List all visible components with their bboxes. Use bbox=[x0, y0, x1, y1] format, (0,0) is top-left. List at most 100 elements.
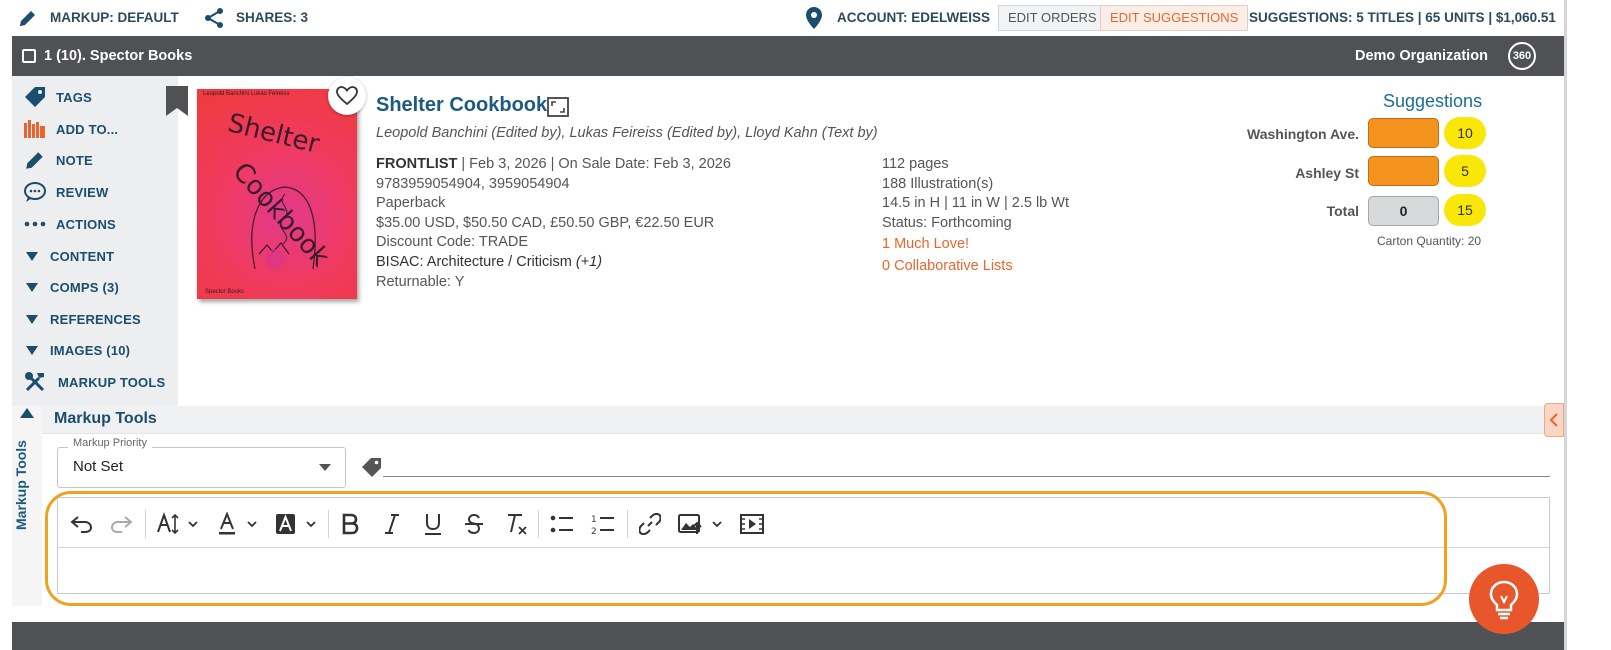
select-checkbox[interactable] bbox=[22, 49, 36, 63]
count-badge-total: 15 bbox=[1444, 194, 1486, 226]
location-pin-icon bbox=[806, 7, 822, 29]
edit-orders-button[interactable]: EDIT ORDERS bbox=[998, 5, 1107, 31]
tag-icon bbox=[361, 457, 383, 477]
sidebar-item-markup-tools[interactable]: MARKUP TOOLS bbox=[22, 370, 165, 394]
collaborative-lists-link[interactable]: 0 Collaborative Lists bbox=[882, 257, 1069, 277]
store-label-total: Total bbox=[1326, 203, 1359, 219]
suggestions-summary: SUGGESTIONS: 5 TITLES | 65 UNITS | $1,06… bbox=[1249, 10, 1556, 25]
sidebar-item-tags[interactable]: TAGS bbox=[22, 85, 92, 109]
book-format: Paperback bbox=[376, 195, 446, 212]
book-prices: $35.00 USD, $50.50 CAD, £50.50 GBP, €22.… bbox=[376, 214, 715, 231]
triangle-down-icon bbox=[26, 314, 38, 324]
quantity-input-ashley[interactable] bbox=[1368, 156, 1439, 186]
favorite-heart-button[interactable] bbox=[328, 77, 366, 115]
discount-code: Discount Code: TRADE bbox=[376, 234, 529, 251]
book-title-link[interactable]: Shelter Cookbook bbox=[376, 94, 547, 117]
carton-quantity: Carton Quantity: 20 bbox=[1377, 234, 1482, 248]
returnable-status: Returnable: Y bbox=[376, 273, 465, 290]
expand-icon[interactable] bbox=[547, 97, 569, 117]
sidebar-item-label: CONTENT bbox=[50, 248, 115, 264]
book-metadata-left: FRONTLIST | Feb 3, 2026 | On Sale Date: … bbox=[376, 155, 731, 292]
isbn-numbers: 9783959054904, 3959054904 bbox=[376, 175, 570, 192]
illustration-count: 188 Illustration(s) bbox=[882, 175, 994, 192]
sidebar-item-content[interactable]: CONTENT bbox=[22, 244, 114, 268]
markup-selector[interactable]: MARKUP: DEFAULT bbox=[50, 10, 179, 25]
pencil-icon bbox=[22, 149, 48, 171]
books-icon bbox=[22, 120, 48, 138]
sidebar-item-label: REVIEW bbox=[56, 184, 109, 200]
360-badge-icon[interactable]: 360 bbox=[1508, 42, 1536, 70]
chevron-down-icon bbox=[319, 464, 331, 471]
tag-input-underline[interactable] bbox=[383, 476, 1550, 477]
sidebar-item-note[interactable]: NOTE bbox=[22, 148, 93, 172]
organization-name: Demo Organization bbox=[1355, 48, 1488, 64]
triangle-down-icon bbox=[26, 282, 38, 292]
release-info: FRONTLIST | Feb 3, 2026 | On Sale Date: … bbox=[376, 155, 731, 175]
sidebar-item-label: COMPS (3) bbox=[50, 279, 119, 295]
markup-tools-heading: Markup Tools bbox=[54, 410, 157, 427]
cover-title-line1: Shelter bbox=[224, 108, 323, 160]
speech-bubble-icon bbox=[22, 181, 48, 203]
lightbulb-icon bbox=[1489, 580, 1519, 620]
triangle-down-icon bbox=[26, 345, 38, 355]
sidebar-item-label: REFERENCES bbox=[50, 311, 141, 327]
list-position-label: 1 (10). Spector Books bbox=[44, 48, 193, 64]
markup-tools-vertical-label[interactable]: Markup Tools bbox=[13, 430, 41, 540]
suggestions-title: Suggestions bbox=[1383, 91, 1483, 111]
collapse-up-icon[interactable] bbox=[20, 408, 34, 418]
pencil-icon[interactable] bbox=[18, 8, 38, 28]
title-bar: 1 (10). Spector Books Demo Organization … bbox=[12, 36, 1564, 76]
book-dimensions: 14.5 in H | 11 in W | 2.5 lb Wt bbox=[882, 195, 1069, 212]
triangle-down-icon bbox=[26, 251, 38, 261]
sidebar-item-label: ADD TO... bbox=[56, 121, 119, 137]
next-item-title-bar bbox=[12, 622, 1564, 650]
quantity-input-washington[interactable] bbox=[1368, 118, 1439, 148]
store-label-ashley: Ashley St bbox=[1295, 165, 1359, 181]
markup-priority-value: Not Set bbox=[73, 458, 124, 475]
sidebar-item-comps[interactable]: COMPS (3) bbox=[22, 275, 119, 299]
share-icon[interactable] bbox=[203, 7, 225, 29]
more-dots-icon bbox=[22, 221, 48, 227]
book-metadata-right: 112 pages 188 Illustration(s) 14.5 in H … bbox=[882, 155, 1069, 277]
sidebar-item-label: IMAGES (10) bbox=[50, 342, 131, 358]
sidebar-item-references[interactable]: REFERENCES bbox=[22, 307, 141, 331]
bisac-text: BISAC: Architecture / Criticism bbox=[376, 253, 576, 270]
book-cover-image[interactable]: Leopold Banchini Lukas Feireiss Shelter … bbox=[197, 89, 357, 299]
cover-publisher: Spector Books bbox=[205, 289, 245, 295]
page-count: 112 pages bbox=[882, 156, 949, 172]
edit-suggestions-button[interactable]: EDIT SUGGESTIONS bbox=[1100, 5, 1249, 31]
sidebar-item-actions[interactable]: ACTIONS bbox=[22, 212, 116, 236]
store-label-washington: Washington Ave. bbox=[1247, 126, 1359, 142]
scrollbar[interactable] bbox=[1564, 0, 1567, 650]
much-love-link[interactable]: 1 Much Love! bbox=[882, 235, 1069, 255]
bookmark-icon[interactable] bbox=[166, 86, 188, 116]
top-bar: MARKUP: DEFAULT SHARES: 3 ACCOUNT: EDELW… bbox=[0, 0, 1611, 36]
sidebar-item-label: NOTE bbox=[56, 152, 93, 168]
account-selector[interactable]: ACCOUNT: EDELWEISS bbox=[837, 10, 990, 25]
sidebar-item-images[interactable]: IMAGES (10) bbox=[22, 338, 130, 362]
tools-icon bbox=[22, 371, 48, 393]
heart-icon bbox=[336, 86, 358, 106]
left-action-menu: TAGS ADD TO... NOTE REVIEW ACTIONS CONTE… bbox=[12, 76, 188, 406]
publication-status: Status: Forthcoming bbox=[882, 214, 1012, 231]
sidebar-item-label: MARKUP TOOLS bbox=[58, 374, 166, 390]
tag-icon bbox=[22, 85, 48, 109]
count-badge-washington: 10 bbox=[1444, 117, 1486, 149]
badge-text: 360 bbox=[1512, 50, 1532, 62]
sidebar-item-label: TAGS bbox=[56, 89, 92, 105]
sidebar-item-label: ACTIONS bbox=[56, 216, 116, 232]
book-authors: Leopold Banchini (Edited by), Lukas Feir… bbox=[376, 125, 878, 141]
bisac-more-link[interactable]: (+1) bbox=[576, 254, 602, 270]
sidebar-item-add-to[interactable]: ADD TO... bbox=[22, 117, 118, 141]
frontlist-label: FRONTLIST bbox=[376, 156, 458, 172]
release-dates: | Feb 3, 2026 | On Sale Date: Feb 3, 202… bbox=[457, 156, 731, 172]
help-button[interactable] bbox=[1469, 564, 1539, 634]
cover-top-text: Leopold Banchini Lukas Feireiss bbox=[203, 91, 290, 97]
markup-priority-label: Markup Priority bbox=[68, 437, 152, 449]
arrow-left-icon bbox=[1549, 413, 1558, 427]
count-badge-ashley: 5 bbox=[1444, 155, 1486, 187]
shares-link[interactable]: SHARES: 3 bbox=[236, 10, 308, 25]
markup-tools-header: Markup Tools bbox=[42, 406, 1564, 434]
sidebar-item-review[interactable]: REVIEW bbox=[22, 180, 108, 204]
side-panel-tab[interactable] bbox=[1544, 403, 1564, 437]
